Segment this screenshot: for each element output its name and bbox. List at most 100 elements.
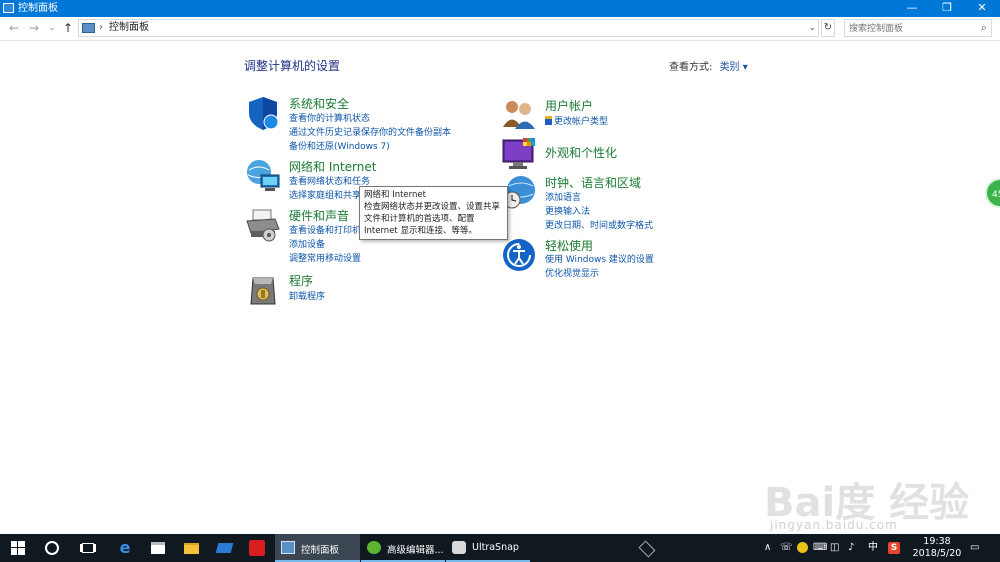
close-button[interactable]: ✕ [965,0,999,17]
category-title-appearance[interactable]: 外观和个性化 [545,144,617,161]
link-change-date-time-format[interactable]: 更改日期、时间或数字格式 [545,218,653,231]
view-by-label: 查看方式: [669,62,713,73]
taskbar-clock[interactable]: 19:38 2018/5/20 [912,536,962,560]
app-pinned-icon[interactable] [214,538,234,558]
control-panel-icon [3,3,14,13]
breadcrumb-separator[interactable]: › [99,20,103,36]
pdf-app-icon[interactable] [247,538,267,558]
taskbar-app-label: 控制面板 [301,545,340,556]
category-title-hardware-sound[interactable]: 硬件和声音 [289,207,349,224]
link-change-input-method[interactable]: 更换输入法 [545,204,590,217]
sogou-ime-icon[interactable]: S [888,534,902,562]
window-titlebar: 控制面板 — ❐ ✕ [0,0,1000,17]
edge-browser-icon[interactable]: e [115,538,135,558]
link-uninstall-program[interactable]: 卸载程序 [289,289,325,302]
file-explorer-icon[interactable] [181,538,201,558]
taskbar-app-label: UltraSnap [472,542,519,553]
search-input[interactable] [849,22,969,36]
view-by-dropdown[interactable]: 类别 ▾ [720,62,748,73]
tooltip-line: Internet 显示和连接、等等。 [364,226,477,236]
search-icon[interactable]: ⌕ [981,21,987,35]
window-title: 控制面板 [18,3,58,14]
notifications-icon[interactable]: ▭ [970,534,984,562]
network-globe-icon[interactable] [245,158,281,194]
category-title-user-accounts[interactable]: 用户帐户 [545,97,593,114]
clock-date: 2018/5/20 [912,548,962,559]
taskbar: e 控制面板 高级编辑器... UltraSnap ∧ ☏ ⌨ ◫ ♪ 中 S … [0,534,1000,562]
link-optimize-visual-display[interactable]: 优化视觉显示 [545,266,599,279]
task-view-icon[interactable] [78,538,98,558]
tooltip-line: 文件和计算机的首选项、配置 [364,214,475,224]
cortana-search-icon[interactable] [42,538,62,558]
category-user-accounts: 用户帐户 更改帐户类型 [501,97,741,133]
address-dropdown-icon[interactable]: ⌄ [808,20,816,36]
link-mobility-settings[interactable]: 调整常用移动设置 [289,251,361,264]
link-view-computer-status[interactable]: 查看你的计算机状态 [289,111,370,124]
wifi-tray-icon[interactable]: ◫ [830,534,842,562]
back-button[interactable]: ← [6,19,22,37]
tooltip-line: 网络和 Internet [364,190,426,200]
link-homegroup-sharing[interactable]: 选择家庭组和共享 [289,188,361,201]
clock-time: 19:38 [923,536,951,547]
editor-icon [367,541,381,554]
uac-shield-icon [545,116,552,125]
link-devices-printers[interactable]: 查看设备和打印机 [289,223,361,236]
category-appearance: 外观和个性化 [501,136,741,172]
address-row: ← → ⌄ ↑ › 控制面板 ⌄ ↻ ⌕ [0,17,1000,41]
security-tray-icon[interactable] [797,534,809,562]
tooltip-network-internet: 网络和 Internet 检查网络状态并更改设置、设置共享 文件和计算机的首选项… [359,186,508,240]
forward-button[interactable]: → [26,19,42,37]
taskbar-app-control-panel[interactable]: 控制面板 [275,534,360,562]
breadcrumb-control-panel[interactable]: 控制面板 [109,20,149,36]
page-title: 调整计算机的设置 [244,59,341,73]
windows-logo-icon [11,541,25,555]
network-tray-icon[interactable]: ☏ [780,534,793,562]
link-windows-recommended-settings[interactable]: 使用 Windows 建议的设置 [545,252,654,265]
floating-speed-button[interactable]: 45 [985,178,1000,208]
shield-icon[interactable] [245,95,281,131]
category-ease-of-access: 轻松使用 使用 Windows 建议的设置 优化视觉显示 [501,237,741,281]
monitor-palette-icon[interactable] [501,136,537,172]
link-view-network-status[interactable]: 查看网络状态和任务 [289,174,370,187]
taskbar-app-editor[interactable]: 高级编辑器... [361,534,445,562]
address-bar[interactable]: › 控制面板 ⌄ [78,19,819,37]
programs-box-icon[interactable] [245,272,281,308]
tooltip-line: 检查网络状态并更改设置、设置共享 [364,202,501,212]
link-file-history-backup[interactable]: 通过文件历史记录保存你的文件备份副本 [289,125,451,138]
volume-tray-icon[interactable]: ♪ [848,534,860,562]
category-clock-language-region: 时钟、语言和区域 添加语言 更换输入法 更改日期、时间或数字格式 [501,174,741,234]
ease-of-access-icon[interactable] [501,237,537,273]
show-hidden-icons-icon[interactable]: ∧ [764,534,774,562]
refresh-button[interactable]: ↻ [821,19,835,37]
store-icon[interactable] [148,538,168,558]
category-title-network-internet[interactable]: 网络和 Internet [289,158,376,175]
category-title-system-security[interactable]: 系统和安全 [289,95,349,112]
minimize-button[interactable]: — [895,0,929,17]
start-button[interactable] [8,538,28,558]
up-button[interactable]: ↑ [60,19,76,37]
category-system-security: 系统和安全 查看你的计算机状态 通过文件历史记录保存你的文件备份副本 备份和还原… [245,95,485,155]
taskbar-app-label: 高级编辑器... [387,545,444,556]
link-backup-restore[interactable]: 备份和还原(Windows 7) [289,139,390,152]
printer-icon[interactable] [245,207,281,243]
keyboard-tray-icon[interactable]: ⌨ [813,534,827,562]
link-add-language[interactable]: 添加语言 [545,190,581,203]
link-add-device[interactable]: 添加设备 [289,237,325,250]
link-change-account-type[interactable]: 更改帐户类型 [545,114,608,127]
tray-app-icon[interactable] [638,534,656,562]
search-box[interactable]: ⌕ [844,19,992,37]
view-by: 查看方式: 类别 ▾ [669,58,748,73]
link-change-account-type-label: 更改帐户类型 [554,117,609,127]
control-panel-icon [82,23,95,33]
recent-locations-button[interactable]: ⌄ [44,19,60,37]
ime-language-indicator[interactable]: 中 [868,534,882,562]
category-title-clock-language-region[interactable]: 时钟、语言和区域 [545,174,641,191]
category-programs: 程序 卸载程序 [245,272,485,308]
camera-icon [452,541,466,554]
taskbar-app-ultrasnap[interactable]: UltraSnap [446,534,530,562]
control-panel-icon [281,541,295,554]
category-title-programs[interactable]: 程序 [289,272,313,289]
users-icon[interactable] [501,97,537,133]
watermark-url: jingyan.baidu.com [770,518,898,532]
maximize-button[interactable]: ❐ [930,0,964,17]
